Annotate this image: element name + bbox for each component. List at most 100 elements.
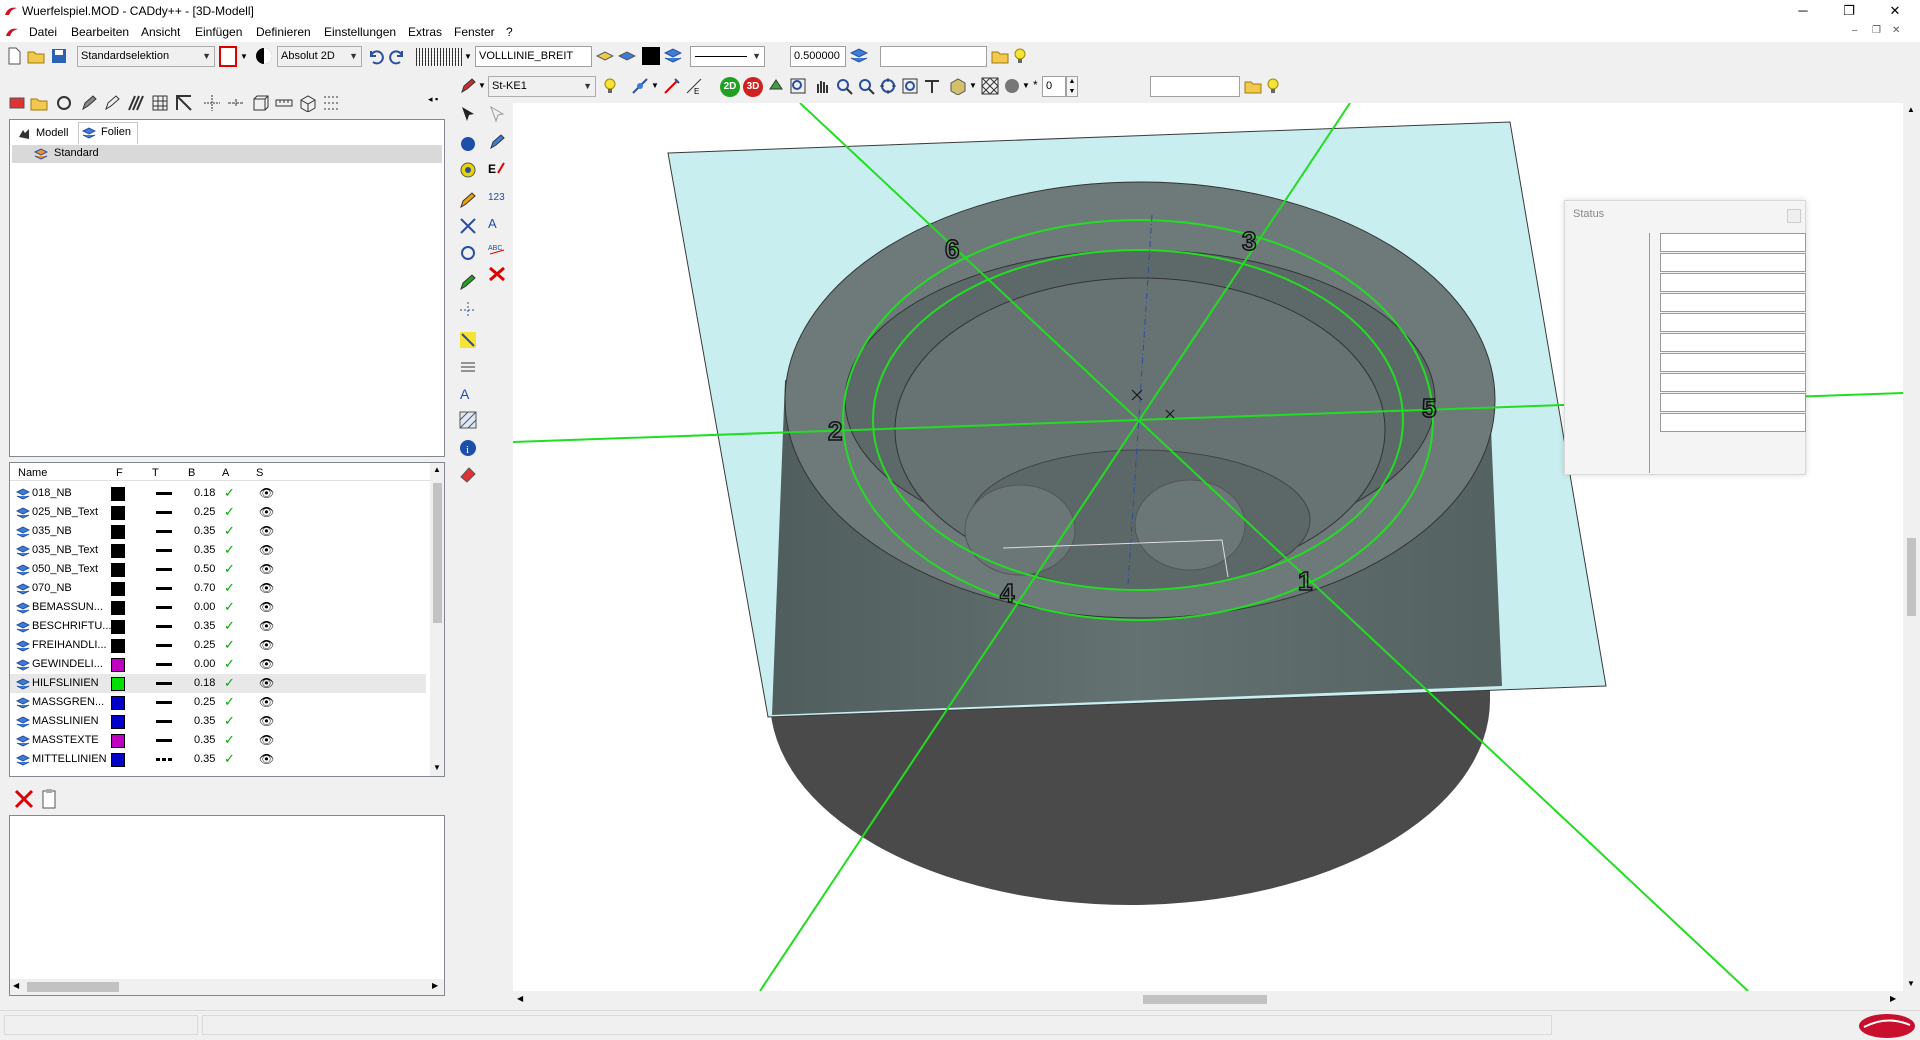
layer-row[interactable]: 018_NB 0.18 ✓ 👁 bbox=[10, 484, 426, 503]
layer-row[interactable]: 035_NB_Text 0.35 ✓ 👁 bbox=[10, 541, 426, 560]
layer-color-swatch[interactable] bbox=[111, 620, 125, 634]
toolbar2-search-field[interactable] bbox=[1150, 76, 1240, 97]
eye-icon[interactable]: 👁 bbox=[259, 543, 274, 557]
save-icon[interactable] bbox=[50, 47, 68, 65]
layer-linetype[interactable] bbox=[156, 511, 172, 514]
spellcheck-icon[interactable]: ABC bbox=[488, 239, 506, 257]
snap-point-tool-icon[interactable] bbox=[459, 331, 477, 349]
layer-width[interactable]: 0.35 bbox=[194, 620, 215, 632]
layer-linetype[interactable] bbox=[156, 568, 172, 571]
eye-icon[interactable]: 👁 bbox=[259, 505, 274, 519]
layer-row[interactable]: 050_NB_Text 0.50 ✓ 👁 bbox=[10, 560, 426, 579]
eye-icon[interactable]: 👁 bbox=[259, 695, 274, 709]
layer-width[interactable]: 0.35 bbox=[194, 544, 215, 556]
checkmark-icon[interactable]: ✓ bbox=[224, 618, 235, 634]
viewport-hscrollbar[interactable]: ◀ ▶ bbox=[513, 991, 1903, 1008]
mdi-minimize-button[interactable]: – bbox=[1852, 25, 1858, 36]
scroll-down-icon[interactable]: ▼ bbox=[433, 763, 441, 772]
scroll-up-icon[interactable]: ▲ bbox=[433, 465, 441, 474]
modify-tool-icon[interactable] bbox=[459, 217, 477, 235]
toolbar1-search-field[interactable] bbox=[880, 46, 987, 67]
eye-icon[interactable]: 👁 bbox=[259, 733, 274, 747]
layer-list-scrollbar[interactable]: ▲ ▼ bbox=[430, 463, 444, 776]
snap-icon[interactable] bbox=[631, 77, 649, 95]
zoom-window-icon[interactable] bbox=[789, 77, 807, 95]
rotate-tool-icon[interactable] bbox=[459, 244, 477, 262]
scroll-down-icon[interactable]: ▼ bbox=[1907, 979, 1915, 988]
close-button[interactable]: ✕ bbox=[1872, 0, 1918, 22]
v-scroll-thumb[interactable] bbox=[1907, 538, 1916, 616]
scroll-up-icon[interactable]: ▲ bbox=[1907, 105, 1915, 114]
layer-width[interactable]: 0.50 bbox=[194, 563, 215, 575]
lightbulb-icon[interactable] bbox=[1264, 77, 1282, 95]
column-name[interactable]: Name bbox=[18, 467, 47, 479]
zoom-extent-icon[interactable] bbox=[901, 77, 919, 95]
layer-color-swatch[interactable] bbox=[111, 753, 125, 767]
restore-button[interactable]: ❐ bbox=[1826, 0, 1872, 22]
layer-color-swatch[interactable] bbox=[111, 563, 125, 577]
menu-ansicht[interactable]: Ansicht bbox=[141, 25, 180, 39]
counter-spinner[interactable]: ▲ ▼ bbox=[1066, 76, 1078, 97]
pan-hand-icon[interactable] bbox=[813, 77, 831, 95]
scroll-thumb[interactable] bbox=[433, 483, 442, 623]
green-pen-tool-icon[interactable] bbox=[459, 273, 477, 291]
layer-linetype[interactable] bbox=[156, 739, 172, 742]
dimension-icon[interactable] bbox=[227, 94, 245, 112]
clipboard-icon[interactable] bbox=[40, 788, 58, 810]
zoom-in-icon[interactable] bbox=[835, 77, 853, 95]
layer-width[interactable]: 0.35 bbox=[194, 753, 215, 765]
column-a[interactable]: A bbox=[222, 467, 229, 479]
checkmark-icon[interactable]: ✓ bbox=[224, 713, 235, 729]
chevron-down-icon[interactable]: ▼ bbox=[969, 81, 977, 90]
cube-icon[interactable] bbox=[299, 94, 317, 112]
zoom-all-icon[interactable] bbox=[879, 77, 897, 95]
shaded-box-icon[interactable] bbox=[949, 77, 967, 95]
layer-color-swatch[interactable] bbox=[111, 658, 125, 672]
multi-line-icon[interactable] bbox=[127, 94, 145, 112]
layer-width[interactable]: 0.35 bbox=[194, 734, 215, 746]
layer-linetype[interactable] bbox=[156, 625, 172, 628]
info-icon[interactable]: i bbox=[459, 439, 477, 457]
view-2d-button[interactable]: 2D bbox=[720, 77, 740, 97]
sphere-icon[interactable] bbox=[1003, 77, 1021, 95]
layer-linetype[interactable] bbox=[156, 758, 172, 761]
mdi-restore-button[interactable]: ❐ bbox=[1872, 25, 1881, 36]
hatch-tool-icon[interactable] bbox=[459, 411, 477, 429]
sphere-tool-icon[interactable] bbox=[459, 135, 477, 153]
layer-linetype[interactable] bbox=[156, 682, 172, 685]
tab-modell[interactable]: Modell bbox=[14, 124, 74, 144]
layer-width[interactable]: 0.70 bbox=[194, 582, 215, 594]
layer-icon[interactable] bbox=[596, 47, 614, 65]
camera-tool-icon[interactable] bbox=[459, 161, 477, 179]
layer-row[interactable]: 035_NB 0.35 ✓ 👁 bbox=[10, 522, 426, 541]
layer-row[interactable]: BEMASSUN... 0.00 ✓ 👁 bbox=[10, 598, 426, 617]
menu-definieren[interactable]: Definieren bbox=[256, 25, 311, 39]
trim-icon[interactable] bbox=[175, 94, 193, 112]
layer-color-swatch[interactable] bbox=[111, 677, 125, 691]
line-width-field[interactable]: 0.500000 bbox=[790, 46, 846, 67]
new-file-icon[interactable] bbox=[5, 47, 23, 65]
edit-line-icon[interactable] bbox=[663, 77, 681, 95]
properties-hscrollbar[interactable]: ◀ ▶ bbox=[10, 979, 444, 995]
view-3d-button[interactable]: 3D bbox=[743, 77, 763, 97]
layer-width[interactable]: 0.35 bbox=[194, 715, 215, 727]
folder-layer-icon[interactable] bbox=[30, 94, 48, 112]
layer-row[interactable]: HILFSLINIEN 0.18 ✓ 👁 bbox=[10, 674, 426, 693]
pen-icon[interactable] bbox=[459, 77, 477, 95]
tab-folien[interactable]: Folien bbox=[78, 122, 138, 144]
layer-row[interactable]: MITTELLINIEN 0.35 ✓ 👁 bbox=[10, 750, 426, 769]
eye-icon[interactable]: 👁 bbox=[259, 524, 274, 538]
layer-row[interactable]: MASSGREN... 0.25 ✓ 👁 bbox=[10, 693, 426, 712]
hatch-icon[interactable] bbox=[151, 94, 169, 112]
scroll-left-icon[interactable]: ◀ bbox=[517, 994, 523, 1003]
eye-icon[interactable]: 👁 bbox=[259, 619, 274, 633]
chevron-down-icon[interactable]: ▼ bbox=[478, 81, 486, 90]
checkmark-icon[interactable]: ✓ bbox=[224, 656, 235, 672]
layer-width[interactable]: 0.00 bbox=[194, 601, 215, 613]
box-icon[interactable] bbox=[251, 94, 269, 112]
h-scroll-thumb[interactable] bbox=[1143, 995, 1267, 1004]
eye-icon[interactable]: 👁 bbox=[259, 581, 274, 595]
ruler-icon[interactable] bbox=[275, 94, 293, 112]
undo-icon[interactable] bbox=[366, 47, 384, 65]
menu-datei[interactable]: Datei bbox=[29, 25, 57, 39]
